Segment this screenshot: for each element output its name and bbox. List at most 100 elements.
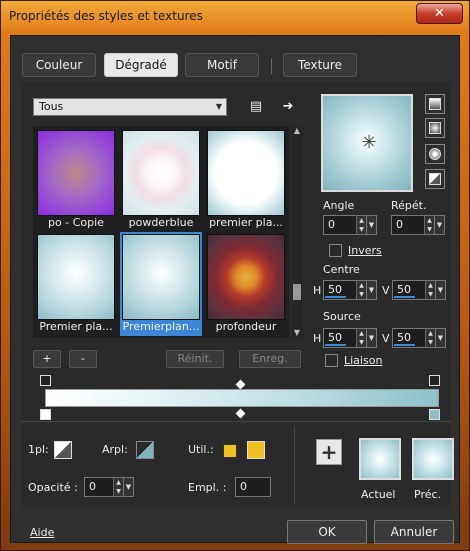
tab-motif[interactable]: Motif [185,53,259,77]
list-item[interactable]: Premier pla... [35,232,117,336]
linear-style-button[interactable] [425,94,445,114]
opacity-stop-right[interactable] [429,375,440,386]
close-button[interactable]: ✕ [416,3,463,24]
list-item[interactable]: po - Copie [35,128,117,232]
gradient-bar[interactable] [45,389,439,407]
chevron-down-icon[interactable]: ▼ [366,215,377,235]
source-h-level [325,344,346,346]
color-stop-left[interactable] [40,409,51,420]
link-label: Liaison [344,354,383,367]
background-label: Arpl: [102,443,128,456]
repeat-label: Répét. [391,199,427,212]
list-item[interactable]: profondeur [205,232,287,336]
category-value: Tous [39,100,64,113]
source-v-value: 50 [397,331,411,344]
gradient-name: Premierplan... [120,320,202,336]
dialog-window: Propriétés des styles et textures ✕ Coul… [0,0,470,551]
foreground-label: 1pl: [28,443,49,456]
tab-couleur[interactable]: Couleur [22,53,96,77]
current-gradient-swatch[interactable] [359,438,401,480]
add-to-swatches-button[interactable]: + [316,439,342,465]
center-crosshair-icon[interactable]: ✳ [360,134,378,152]
chevron-down-icon[interactable]: ▼ [434,215,445,235]
source-v-spinner[interactable]: ▲ ▼ [425,329,435,347]
tab-separator [271,58,272,74]
previous-label: Préc. [414,488,442,501]
chevron-down-icon[interactable]: ▼ [435,280,446,300]
angle-spinner[interactable]: ▲ ▼ [356,216,366,234]
gradient-thumbnail [122,130,200,216]
center-h-label: H [313,284,322,297]
user-color-active-swatch[interactable] [247,441,265,459]
opacity-value: 0 [89,480,96,493]
chevron-down-icon[interactable]: ▼ [435,328,446,348]
background-gradient-icon[interactable] [136,441,154,459]
tab-texture[interactable]: Texture [283,53,357,77]
scrollbar-thumb[interactable] [293,284,301,300]
add-gradient-button[interactable]: + [33,350,61,368]
center-v-value: 50 [397,283,411,296]
invert-checkbox[interactable] [329,244,342,257]
opacity-stop-left[interactable] [40,375,51,386]
repeat-spinner[interactable]: ▲ ▼ [424,216,434,234]
location-field[interactable]: 0 [235,477,271,497]
cancel-button[interactable]: Annuler [374,520,454,544]
invert-label: Invers [348,244,382,257]
thumbnail-scrollbar[interactable]: ▲ ▼ [292,126,302,338]
ok-button[interactable]: OK [287,520,367,544]
source-v-field[interactable]: 50 ▲ ▼ ▼ [392,328,446,348]
gradient-name: powderblue [128,216,194,229]
tab-degrade[interactable]: Dégradé [104,53,178,77]
source-h-field[interactable]: 50 ▲ ▼ ▼ [323,328,377,348]
angle-field[interactable]: 0 ▲ ▼ ▼ [323,215,377,235]
gradient-preview[interactable]: ✳ [321,94,413,192]
sunburst-style-icon [429,148,441,160]
source-label: Source [323,310,361,323]
center-h-field[interactable]: 50 ▲ ▼ ▼ [323,280,377,300]
center-h-value: 50 [328,283,342,296]
list-item[interactable]: premier pla... [205,128,287,232]
opacity-field[interactable]: 0 ▲ ▼ ▼ [84,477,134,497]
dialog-client: Couleur Dégradé Motif Texture Tous ▼ ▤ ➜… [10,35,460,544]
linear-style-icon [429,98,441,110]
list-item[interactable]: powderblue [120,128,202,232]
user-color-swatch[interactable] [223,444,237,458]
chevron-down-icon[interactable]: ▼ [123,477,134,497]
remove-gradient-button[interactable]: - [69,350,97,368]
title-bar[interactable]: Propriétés des styles et textures ✕ [1,1,469,31]
help-link[interactable]: Aide [30,526,54,539]
opacity-spinner[interactable]: ▲ ▼ [113,478,123,496]
chevron-down-icon: ▼ [215,102,222,111]
sunburst-style-button[interactable] [425,144,445,164]
color-stop-right[interactable] [429,409,440,420]
chevron-down-icon[interactable]: ▼ [366,280,377,300]
angle-label: Angle [323,199,355,212]
category-dropdown[interactable]: Tous ▼ [33,98,227,116]
location-label: Empl. : [188,481,227,494]
center-h-spinner[interactable]: ▲ ▼ [356,281,366,299]
source-h-label: H [313,332,322,345]
center-v-field[interactable]: 50 ▲ ▼ ▼ [392,280,446,300]
list-item[interactable]: Premierplan... [120,232,202,336]
chevron-down-icon[interactable]: ▼ [366,328,377,348]
scroll-down-icon[interactable]: ▼ [292,328,302,338]
center-v-level [394,296,415,298]
source-v-level [394,344,415,346]
link-checkbox[interactable] [325,354,338,367]
scroll-up-icon[interactable]: ▲ [292,126,302,136]
source-h-spinner[interactable]: ▲ ▼ [356,329,366,347]
previous-gradient-swatch[interactable] [412,438,454,480]
library-menu-icon[interactable]: ▤ [247,98,265,116]
reset-button[interactable]: Réinit. [166,350,224,368]
center-h-level [325,296,346,298]
center-v-spinner[interactable]: ▲ ▼ [425,281,435,299]
save-button[interactable]: Enreg. [239,350,301,368]
angle-value: 0 [328,218,335,231]
radial-style-button[interactable] [425,169,445,189]
repeat-field[interactable]: 0 ▲ ▼ ▼ [391,215,445,235]
rectangular-style-button[interactable] [425,118,445,138]
bottom-separator [294,426,295,504]
foreground-gradient-icon[interactable] [54,441,72,459]
arrow-right-icon[interactable]: ➜ [279,98,297,116]
user-label: Util.: [188,443,214,456]
